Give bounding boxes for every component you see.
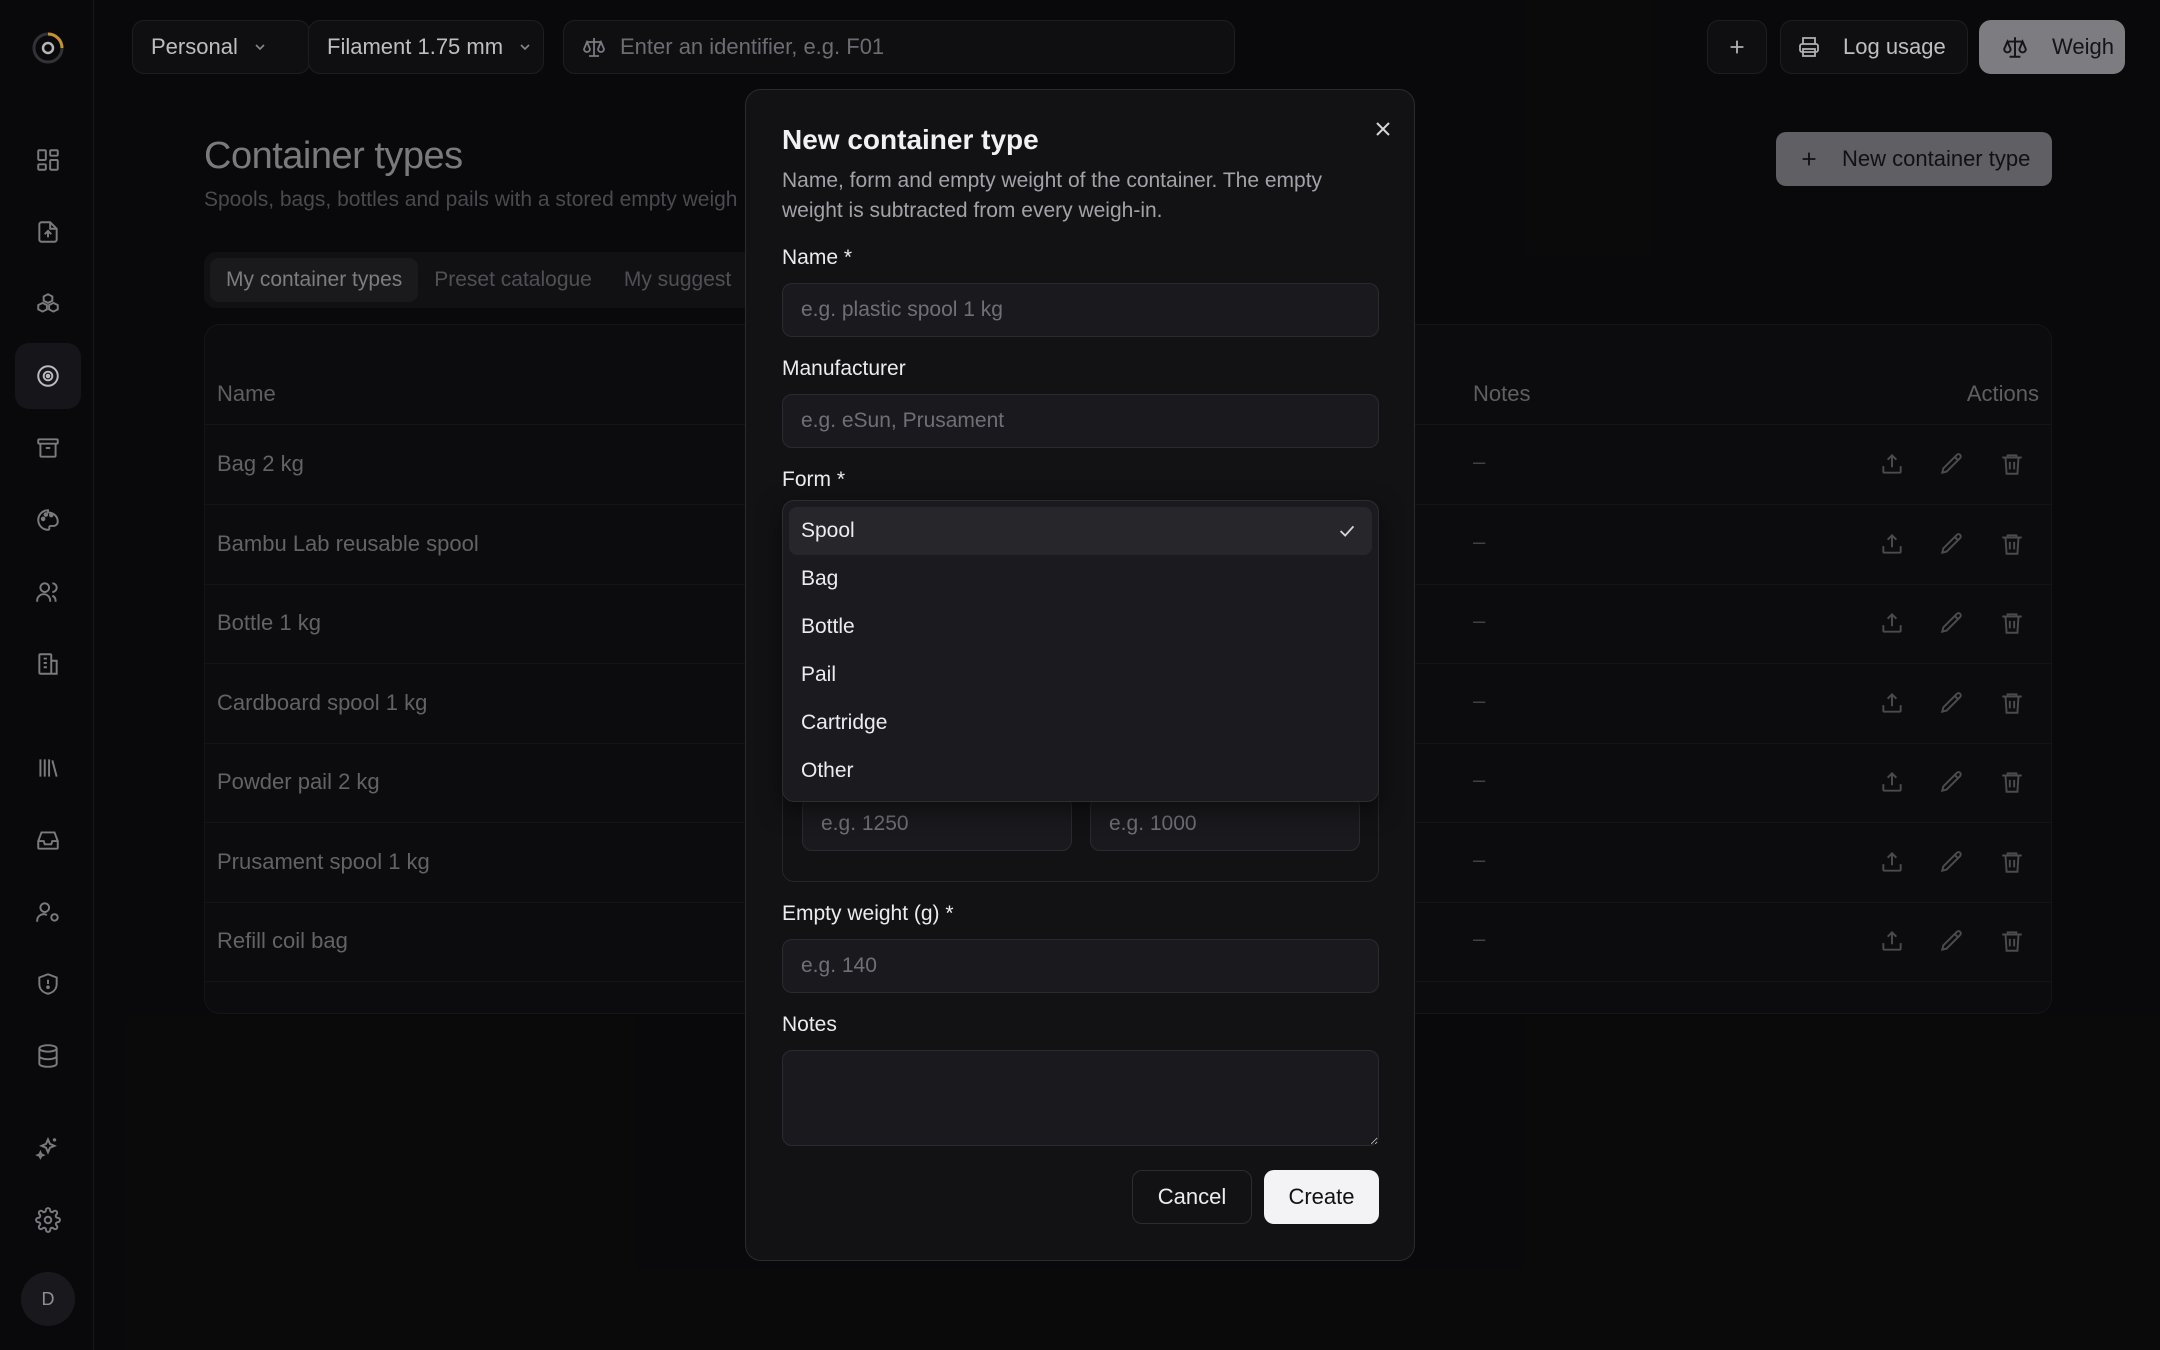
dimension-input-2[interactable] [1090,797,1360,851]
name-label: Name * [782,246,853,269]
notes-textarea[interactable] [782,1050,1379,1146]
new-container-type-dialog: New container type Name, form and empty … [745,89,1415,1261]
manufacturer-label: Manufacturer [782,357,906,380]
form-label: Form * [782,468,845,491]
create-button[interactable]: Create [1264,1170,1379,1224]
form-option-spool[interactable]: Spool [789,507,1372,555]
dialog-description: Name, form and empty weight of the conta… [782,169,1323,222]
check-icon [1339,525,1355,537]
form-option-bag[interactable]: Bag [789,555,1372,603]
dialog-title: New container type [782,124,1039,155]
form-option-bottle[interactable]: Bottle [789,603,1372,651]
name-input[interactable] [782,283,1379,337]
option-label: Bottle [801,615,855,638]
option-label: Spool [801,519,855,542]
cancel-button[interactable]: Cancel [1132,1170,1252,1224]
dimension-input-1[interactable] [802,797,1072,851]
option-label: Bag [801,567,839,590]
close-button[interactable] [1368,114,1398,144]
form-option-pail[interactable]: Pail [789,651,1372,699]
manufacturer-input[interactable] [782,394,1379,448]
empty-weight-input[interactable] [782,939,1379,993]
notes-label: Notes [782,1013,837,1036]
option-label: Cartridge [801,711,888,734]
option-label: Pail [801,663,837,686]
form-option-cartridge[interactable]: Cartridge [789,699,1372,747]
form-option-other[interactable]: Other [789,747,1372,795]
empty-weight-label: Empty weight (g) * [782,902,954,925]
form-dropdown-menu: Spool Bag Bottle Pail Cartridge Other [782,500,1379,802]
close-icon [1376,122,1390,136]
option-label: Other [801,759,854,782]
